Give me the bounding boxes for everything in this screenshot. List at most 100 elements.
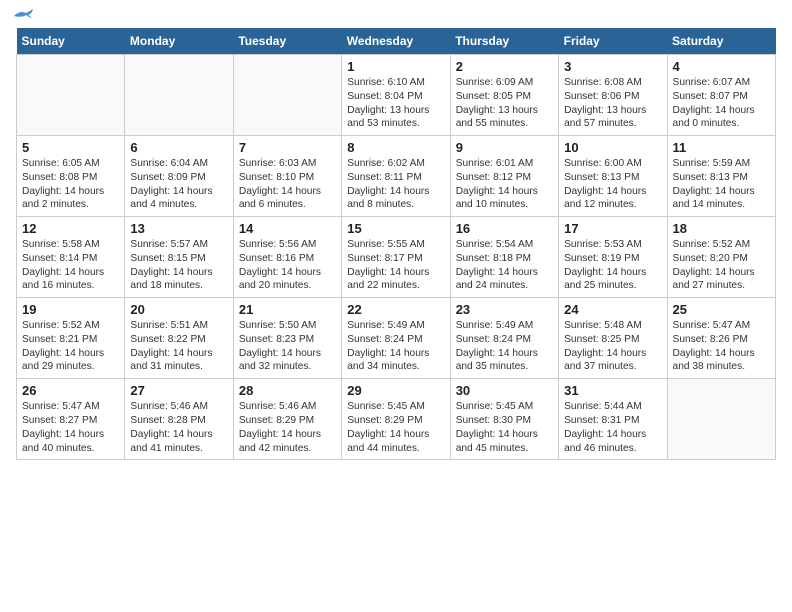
calendar-cell: 23 Sunrise: 5:49 AM Sunset: 8:24 PM Dayli…: [450, 298, 558, 379]
day-number: 28: [239, 383, 336, 398]
day-number: 25: [673, 302, 770, 317]
calendar-cell: [233, 55, 341, 136]
day-number: 24: [564, 302, 661, 317]
calendar-cell: 30 Sunrise: 5:45 AM Sunset: 8:30 PM Dayli…: [450, 379, 558, 460]
day-info: Sunrise: 5:47 AM Sunset: 8:27 PM Dayligh…: [22, 400, 119, 455]
day-info: Sunrise: 5:46 AM Sunset: 8:28 PM Dayligh…: [130, 400, 227, 455]
day-info: Sunrise: 5:59 AM Sunset: 8:13 PM Dayligh…: [673, 157, 770, 212]
calendar-cell: 17 Sunrise: 5:53 AM Sunset: 8:19 PM Dayli…: [559, 217, 667, 298]
day-info: Sunrise: 5:50 AM Sunset: 8:23 PM Dayligh…: [239, 319, 336, 374]
calendar-cell: 1 Sunrise: 6:10 AM Sunset: 8:04 PM Daylig…: [342, 55, 450, 136]
calendar-cell: 8 Sunrise: 6:02 AM Sunset: 8:11 PM Daylig…: [342, 136, 450, 217]
calendar-cell: 2 Sunrise: 6:09 AM Sunset: 8:05 PM Daylig…: [450, 55, 558, 136]
calendar-cell: [125, 55, 233, 136]
day-info: Sunrise: 5:58 AM Sunset: 8:14 PM Dayligh…: [22, 238, 119, 293]
day-info: Sunrise: 6:10 AM Sunset: 8:04 PM Dayligh…: [347, 76, 444, 131]
calendar-cell: 31 Sunrise: 5:44 AM Sunset: 8:31 PM Dayli…: [559, 379, 667, 460]
day-number: 14: [239, 221, 336, 236]
day-info: Sunrise: 5:46 AM Sunset: 8:29 PM Dayligh…: [239, 400, 336, 455]
day-info: Sunrise: 6:00 AM Sunset: 8:13 PM Dayligh…: [564, 157, 661, 212]
calendar-cell: 25 Sunrise: 5:47 AM Sunset: 8:26 PM Dayli…: [667, 298, 775, 379]
day-number: 19: [22, 302, 119, 317]
day-number: 20: [130, 302, 227, 317]
day-number: 27: [130, 383, 227, 398]
day-number: 9: [456, 140, 553, 155]
day-number: 30: [456, 383, 553, 398]
calendar-week-4: 26 Sunrise: 5:47 AM Sunset: 8:27 PM Dayli…: [17, 379, 776, 460]
day-number: 26: [22, 383, 119, 398]
day-info: Sunrise: 5:54 AM Sunset: 8:18 PM Dayligh…: [456, 238, 553, 293]
day-info: Sunrise: 5:52 AM Sunset: 8:21 PM Dayligh…: [22, 319, 119, 374]
calendar-cell: 15 Sunrise: 5:55 AM Sunset: 8:17 PM Dayli…: [342, 217, 450, 298]
day-number: 10: [564, 140, 661, 155]
calendar-week-2: 12 Sunrise: 5:58 AM Sunset: 8:14 PM Dayli…: [17, 217, 776, 298]
calendar-cell: 19 Sunrise: 5:52 AM Sunset: 8:21 PM Dayli…: [17, 298, 125, 379]
calendar-cell: [17, 55, 125, 136]
calendar-cell: 27 Sunrise: 5:46 AM Sunset: 8:28 PM Dayli…: [125, 379, 233, 460]
calendar-table: SundayMondayTuesdayWednesdayThursdayFrid…: [16, 28, 776, 460]
calendar-cell: 3 Sunrise: 6:08 AM Sunset: 8:06 PM Daylig…: [559, 55, 667, 136]
calendar-week-0: 1 Sunrise: 6:10 AM Sunset: 8:04 PM Daylig…: [17, 55, 776, 136]
header-tuesday: Tuesday: [233, 28, 341, 55]
day-info: Sunrise: 6:04 AM Sunset: 8:09 PM Dayligh…: [130, 157, 227, 212]
calendar-cell: 12 Sunrise: 5:58 AM Sunset: 8:14 PM Dayli…: [17, 217, 125, 298]
calendar-header-row: SundayMondayTuesdayWednesdayThursdayFrid…: [17, 28, 776, 55]
day-number: 8: [347, 140, 444, 155]
day-info: Sunrise: 6:05 AM Sunset: 8:08 PM Dayligh…: [22, 157, 119, 212]
day-info: Sunrise: 5:47 AM Sunset: 8:26 PM Dayligh…: [673, 319, 770, 374]
calendar-cell: 11 Sunrise: 5:59 AM Sunset: 8:13 PM Dayli…: [667, 136, 775, 217]
day-info: Sunrise: 6:03 AM Sunset: 8:10 PM Dayligh…: [239, 157, 336, 212]
calendar-cell: 24 Sunrise: 5:48 AM Sunset: 8:25 PM Dayli…: [559, 298, 667, 379]
day-info: Sunrise: 6:07 AM Sunset: 8:07 PM Dayligh…: [673, 76, 770, 131]
header-wednesday: Wednesday: [342, 28, 450, 55]
header-thursday: Thursday: [450, 28, 558, 55]
day-number: 2: [456, 59, 553, 74]
calendar-cell: 20Sunrise: 5:51 AM Sunset: 8:22 PM Dayli…: [125, 298, 233, 379]
day-number: 11: [673, 140, 770, 155]
day-info: Sunrise: 6:08 AM Sunset: 8:06 PM Dayligh…: [564, 76, 661, 131]
day-info: Sunrise: 5:57 AM Sunset: 8:15 PM Dayligh…: [130, 238, 227, 293]
calendar-cell: 29 Sunrise: 5:45 AM Sunset: 8:29 PM Dayli…: [342, 379, 450, 460]
day-number: 15: [347, 221, 444, 236]
header-saturday: Saturday: [667, 28, 775, 55]
day-number: 17: [564, 221, 661, 236]
day-info: Sunrise: 6:09 AM Sunset: 8:05 PM Dayligh…: [456, 76, 553, 131]
day-number: 7: [239, 140, 336, 155]
day-info: Sunrise: 5:49 AM Sunset: 8:24 PM Dayligh…: [347, 319, 444, 374]
calendar-cell: 21 Sunrise: 5:50 AM Sunset: 8:23 PM Dayli…: [233, 298, 341, 379]
day-number: 1: [347, 59, 444, 74]
calendar-cell: 6 Sunrise: 6:04 AM Sunset: 8:09 PM Daylig…: [125, 136, 233, 217]
day-number: 13: [130, 221, 227, 236]
logo-bird-icon: [12, 8, 34, 24]
calendar-cell: 26 Sunrise: 5:47 AM Sunset: 8:27 PM Dayli…: [17, 379, 125, 460]
header-monday: Monday: [125, 28, 233, 55]
day-info: Sunrise: 5:45 AM Sunset: 8:30 PM Dayligh…: [456, 400, 553, 455]
day-info: Sunrise: 5:44 AM Sunset: 8:31 PM Dayligh…: [564, 400, 661, 455]
calendar-cell: 7 Sunrise: 6:03 AM Sunset: 8:10 PM Daylig…: [233, 136, 341, 217]
day-info: Sunrise: 6:01 AM Sunset: 8:12 PM Dayligh…: [456, 157, 553, 212]
calendar-cell: 10 Sunrise: 6:00 AM Sunset: 8:13 PM Dayli…: [559, 136, 667, 217]
day-info: Sunrise: 5:55 AM Sunset: 8:17 PM Dayligh…: [347, 238, 444, 293]
calendar-cell: 28 Sunrise: 5:46 AM Sunset: 8:29 PM Dayli…: [233, 379, 341, 460]
day-number: 16: [456, 221, 553, 236]
day-number: 6: [130, 140, 227, 155]
calendar-cell: 18Sunrise: 5:52 AM Sunset: 8:20 PM Dayli…: [667, 217, 775, 298]
calendar-cell: 14 Sunrise: 5:56 AM Sunset: 8:16 PM Dayli…: [233, 217, 341, 298]
day-info: Sunrise: 5:45 AM Sunset: 8:29 PM Dayligh…: [347, 400, 444, 455]
day-info: Sunrise: 5:49 AM Sunset: 8:24 PM Dayligh…: [456, 319, 553, 374]
calendar-cell: 5Sunrise: 6:05 AM Sunset: 8:08 PM Daylig…: [17, 136, 125, 217]
day-number: 29: [347, 383, 444, 398]
day-info: Sunrise: 6:02 AM Sunset: 8:11 PM Dayligh…: [347, 157, 444, 212]
day-info: Sunrise: 5:53 AM Sunset: 8:19 PM Dayligh…: [564, 238, 661, 293]
day-number: 22: [347, 302, 444, 317]
calendar-cell: 22 Sunrise: 5:49 AM Sunset: 8:24 PM Dayli…: [342, 298, 450, 379]
day-info: Sunrise: 5:56 AM Sunset: 8:16 PM Dayligh…: [239, 238, 336, 293]
page-header: [16, 16, 776, 18]
day-number: 31: [564, 383, 661, 398]
day-number: 21: [239, 302, 336, 317]
day-info: Sunrise: 5:48 AM Sunset: 8:25 PM Dayligh…: [564, 319, 661, 374]
day-number: 12: [22, 221, 119, 236]
calendar-week-1: 5Sunrise: 6:05 AM Sunset: 8:08 PM Daylig…: [17, 136, 776, 217]
day-number: 3: [564, 59, 661, 74]
day-number: 23: [456, 302, 553, 317]
